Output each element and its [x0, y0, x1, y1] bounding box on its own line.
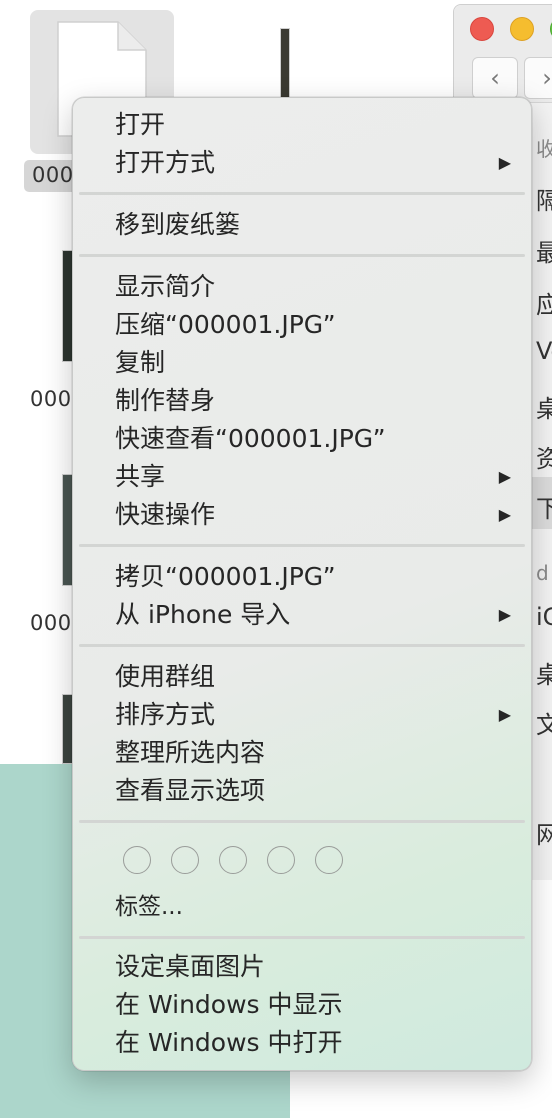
sidebar-item[interactable]: 资	[536, 439, 552, 474]
menu-item-label: 在 Windows 中显示	[115, 990, 343, 1019]
sidebar-item[interactable]: 网	[536, 815, 552, 850]
sidebar-section-header: d	[536, 561, 549, 585]
menu-separator	[79, 820, 525, 823]
menu-item-label: 排序方式	[115, 700, 216, 729]
menu-item-label: 从 iPhone 导入	[115, 600, 291, 629]
sidebar-item-downloads[interactable]: 下	[536, 489, 552, 524]
menu-item-open[interactable]: 打开	[73, 106, 531, 144]
minimize-button[interactable]	[510, 17, 534, 41]
menu-item-label: 制作替身	[115, 386, 216, 415]
menu-item-label: 拷贝“000001.JPG”	[115, 562, 336, 591]
context-menu: 打开 打开方式 ▶ 移到废纸篓 显示简介 压缩“000001.JPG” 复制 制…	[72, 97, 532, 1071]
tag-color-dot[interactable]	[267, 846, 295, 874]
menu-item-compress[interactable]: 压缩“000001.JPG”	[73, 306, 531, 344]
menu-item-label: 查看显示选项	[115, 776, 266, 805]
sidebar-item[interactable]: 隔	[536, 181, 552, 216]
menu-item-label: 整理所选内容	[115, 738, 266, 767]
menu-separator	[79, 544, 525, 547]
menu-separator	[79, 936, 525, 939]
menu-item-set-desktop-picture[interactable]: 设定桌面图片	[73, 948, 531, 986]
menu-item-sort-by[interactable]: 排序方式 ▶	[73, 696, 531, 734]
menu-item-label: 设定桌面图片	[115, 952, 266, 981]
back-button[interactable]: ‹	[472, 57, 518, 99]
tag-color-dot[interactable]	[123, 846, 151, 874]
menu-item-copy[interactable]: 拷贝“000001.JPG”	[73, 558, 531, 596]
menu-item-tags[interactable]: 标签...	[73, 888, 531, 926]
menu-item-duplicate[interactable]: 复制	[73, 344, 531, 382]
menu-item-import-from-iphone[interactable]: 从 iPhone 导入 ▶	[73, 596, 531, 634]
menu-item-label: 快速操作	[115, 500, 216, 529]
sidebar-item[interactable]: 应	[536, 285, 552, 320]
forward-button[interactable]: ›	[524, 57, 552, 99]
tag-color-dot[interactable]	[171, 846, 199, 874]
submenu-arrow-icon: ▶	[498, 605, 511, 624]
menu-item-label: 快速查看“000001.JPG”	[115, 424, 386, 453]
finder-titlebar: ‹ ›	[454, 5, 552, 103]
menu-item-label: 移到废纸篓	[115, 210, 241, 239]
menu-separator	[79, 644, 525, 647]
sidebar-section-header: 收藏	[536, 137, 552, 161]
menu-item-open-with[interactable]: 打开方式 ▶	[73, 144, 531, 182]
menu-item-clean-up-selection[interactable]: 整理所选内容	[73, 734, 531, 772]
submenu-arrow-icon: ▶	[498, 467, 511, 486]
menu-separator	[79, 254, 525, 257]
menu-item-label: 复制	[115, 348, 166, 377]
chevron-left-icon: ‹	[490, 64, 500, 92]
tag-color-dot[interactable]	[315, 846, 343, 874]
submenu-arrow-icon: ▶	[498, 153, 511, 172]
menu-item-share[interactable]: 共享 ▶	[73, 458, 531, 496]
menu-item-use-groups[interactable]: 使用群组	[73, 658, 531, 696]
submenu-arrow-icon: ▶	[498, 505, 511, 524]
menu-item-label: 打开	[115, 110, 166, 139]
sidebar-item[interactable]: 桌	[536, 389, 552, 424]
menu-item-label: 压缩“000001.JPG”	[115, 310, 336, 339]
menu-item-label: 使用群组	[115, 662, 216, 691]
menu-item-label: 打开方式	[115, 148, 216, 177]
menu-item-label: 标签...	[115, 894, 183, 920]
menu-item-open-in-windows[interactable]: 在 Windows 中打开	[73, 1024, 531, 1062]
sidebar-item[interactable]: 文	[536, 705, 552, 740]
menu-separator	[79, 192, 525, 195]
file-name-label[interactable]: 000	[32, 163, 74, 187]
file-name-label[interactable]: 000	[30, 611, 72, 635]
menu-item-make-alias[interactable]: 制作替身	[73, 382, 531, 420]
menu-item-show-in-windows[interactable]: 在 Windows 中显示	[73, 986, 531, 1024]
menu-item-show-view-options[interactable]: 查看显示选项	[73, 772, 531, 810]
menu-item-label: 共享	[115, 462, 166, 491]
menu-item-get-info[interactable]: 显示简介	[73, 268, 531, 306]
file-name-label[interactable]: 000	[30, 387, 72, 411]
tag-color-dot[interactable]	[219, 846, 247, 874]
chevron-right-icon: ›	[542, 64, 552, 92]
sidebar-item[interactable]: iC	[536, 603, 552, 631]
sidebar-item[interactable]: 最	[536, 233, 552, 268]
image-thumbnail[interactable]	[280, 28, 290, 98]
submenu-arrow-icon: ▶	[498, 705, 511, 724]
sidebar-item[interactable]: 桌	[536, 655, 552, 690]
menu-item-move-to-trash[interactable]: 移到废纸篓	[73, 206, 531, 244]
menu-item-quick-look[interactable]: 快速查看“000001.JPG”	[73, 420, 531, 458]
menu-item-quick-actions[interactable]: 快速操作 ▶	[73, 496, 531, 534]
menu-item-label: 显示简介	[115, 272, 216, 301]
sidebar-item[interactable]: Ve	[536, 337, 552, 365]
close-button[interactable]	[470, 17, 494, 41]
menu-item-label: 在 Windows 中打开	[115, 1028, 343, 1057]
